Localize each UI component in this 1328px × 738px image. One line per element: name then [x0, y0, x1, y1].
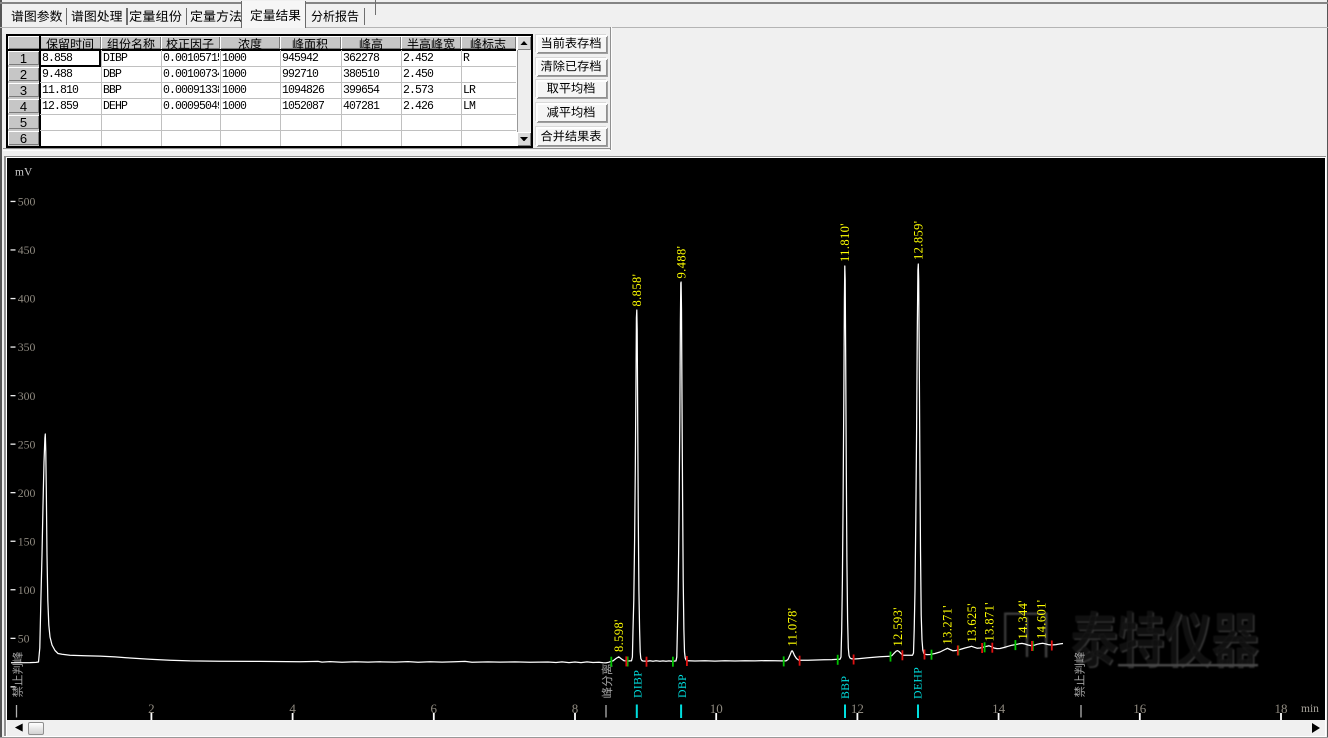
svg-text:13.871': 13.871'	[982, 602, 996, 641]
svg-text:12.593': 12.593'	[891, 607, 905, 646]
svg-text:300: 300	[18, 389, 36, 403]
svg-text:150: 150	[18, 535, 36, 549]
svg-text:14.344': 14.344'	[1016, 600, 1030, 639]
svg-text:100: 100	[18, 583, 36, 597]
svg-text:BBP: BBP	[838, 676, 852, 699]
svg-text:8.598': 8.598'	[612, 619, 626, 652]
svg-text:DBP: DBP	[675, 674, 689, 698]
svg-text:50: 50	[18, 632, 30, 646]
svg-text:13.625': 13.625'	[965, 603, 979, 642]
svg-text:DIBP: DIBP	[631, 670, 645, 698]
svg-text:min: min	[1301, 703, 1319, 715]
svg-text:250: 250	[18, 437, 36, 451]
svg-text:DEHP: DEHP	[911, 667, 925, 699]
svg-text:500: 500	[18, 195, 36, 209]
svg-text:12.859': 12.859'	[912, 221, 926, 260]
svg-text:200: 200	[18, 486, 36, 500]
svg-text:400: 400	[18, 292, 36, 306]
svg-text:8.858': 8.858'	[630, 274, 644, 307]
svg-text:13.271': 13.271'	[941, 605, 955, 644]
svg-text:350: 350	[18, 340, 36, 354]
svg-text:mV: mV	[15, 167, 33, 179]
svg-text:11.810': 11.810'	[838, 223, 852, 262]
svg-text:14.601': 14.601'	[1034, 600, 1048, 639]
svg-text:11.078': 11.078'	[786, 608, 800, 647]
svg-text:450: 450	[18, 243, 36, 257]
svg-text:9.488': 9.488'	[674, 246, 688, 279]
